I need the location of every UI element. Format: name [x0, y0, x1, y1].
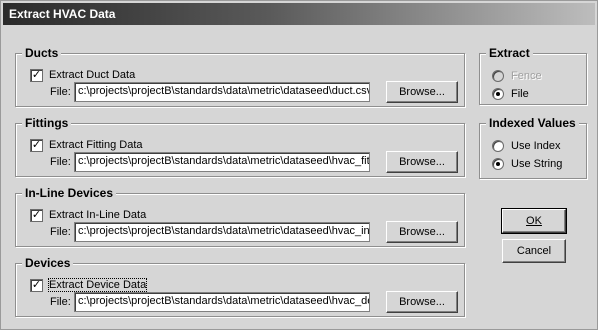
extract-group-title: Extract: [486, 46, 533, 60]
ok-button[interactable]: OK: [501, 208, 567, 234]
file-radio[interactable]: [492, 88, 504, 100]
extract-inline-data-label: Extract In-Line Data: [49, 209, 147, 221]
extract-device-data-label: Extract Device Data: [47, 278, 148, 292]
fence-radio-row[interactable]: Fence: [492, 69, 542, 83]
extract-group: Extract Fence File: [479, 46, 587, 105]
inline-file-label: File:: [50, 226, 71, 238]
extract-fitting-data-checkbox-row[interactable]: ✓ Extract Fitting Data: [30, 138, 143, 152]
fittings-file-field[interactable]: c:\projects\projectB\standards\data\metr…: [74, 152, 370, 172]
devices-group-title: Devices: [22, 256, 74, 270]
fittings-group-title: Fittings: [22, 116, 72, 130]
fittings-browse-button[interactable]: Browse...: [386, 151, 458, 173]
extract-fitting-data-checkbox[interactable]: ✓: [30, 138, 43, 152]
extract-device-data-checkbox[interactable]: ✓: [30, 278, 43, 292]
inline-devices-group-title: In-Line Devices: [22, 186, 117, 200]
ducts-file-row: File: c:\projects\projectB\standards\dat…: [50, 81, 370, 103]
ducts-file-field[interactable]: c:\projects\projectB\standards\data\metr…: [74, 82, 370, 102]
radio-selected-dot: [496, 162, 500, 166]
devices-group: Devices ✓ Extract Device Data File: c:\p…: [15, 256, 465, 317]
inline-devices-group: In-Line Devices ✓ Extract In-Line Data F…: [15, 186, 465, 247]
indexed-values-group-title: Indexed Values: [486, 116, 579, 130]
fittings-file-row: File: c:\projects\projectB\standards\dat…: [50, 151, 370, 173]
use-string-radio-label: Use String: [511, 158, 563, 170]
extract-duct-data-checkbox-row[interactable]: ✓ Extract Duct Data: [30, 68, 135, 82]
use-string-radio-row[interactable]: Use String: [492, 157, 562, 171]
ok-button-label: OK: [526, 215, 542, 227]
extract-duct-data-label: Extract Duct Data: [49, 69, 136, 81]
file-radio-label: File: [511, 88, 529, 100]
devices-file-label: File:: [50, 296, 71, 308]
use-string-radio[interactable]: [492, 158, 504, 170]
devices-file-row: File: c:\projects\projectB\standards\dat…: [50, 291, 370, 313]
ducts-file-label: File:: [50, 86, 71, 98]
extract-device-data-checkbox-row[interactable]: ✓ Extract Device Data: [30, 278, 148, 292]
use-index-radio-label: Use Index: [511, 140, 561, 152]
file-radio-row[interactable]: File: [492, 87, 529, 101]
extract-fitting-data-label: Extract Fitting Data: [49, 139, 143, 151]
ducts-browse-button[interactable]: Browse...: [386, 81, 458, 103]
use-index-radio[interactable]: [492, 140, 504, 152]
cancel-button[interactable]: Cancel: [502, 239, 566, 263]
extract-inline-data-checkbox[interactable]: ✓: [30, 208, 43, 222]
use-index-radio-row[interactable]: Use Index: [492, 139, 561, 153]
fence-radio[interactable]: [492, 70, 504, 82]
fittings-group: Fittings ✓ Extract Fitting Data File: c:…: [15, 116, 465, 177]
devices-browse-button[interactable]: Browse...: [386, 291, 458, 313]
extract-duct-data-checkbox[interactable]: ✓: [30, 68, 43, 82]
fence-radio-label: Fence: [511, 70, 542, 82]
title-bar[interactable]: Extract HVAC Data: [3, 3, 595, 25]
radio-selected-dot: [496, 92, 500, 96]
extract-hvac-dialog: Extract HVAC Data Ducts ✓ Extract Duct D…: [0, 0, 598, 330]
indexed-values-group: Indexed Values Use Index Use String: [479, 116, 587, 179]
inline-file-row: File: c:\projects\projectB\standards\dat…: [50, 221, 370, 243]
inline-file-field[interactable]: c:\projects\projectB\standards\data\metr…: [74, 222, 370, 242]
inline-browse-button[interactable]: Browse...: [386, 221, 458, 243]
extract-inline-data-checkbox-row[interactable]: ✓ Extract In-Line Data: [30, 208, 146, 222]
window-title: Extract HVAC Data: [9, 7, 116, 21]
ducts-group: Ducts ✓ Extract Duct Data File: c:\proje…: [15, 46, 465, 107]
devices-file-field[interactable]: c:\projects\projectB\standards\data\metr…: [74, 292, 370, 312]
ducts-group-title: Ducts: [22, 46, 62, 60]
fittings-file-label: File:: [50, 156, 71, 168]
